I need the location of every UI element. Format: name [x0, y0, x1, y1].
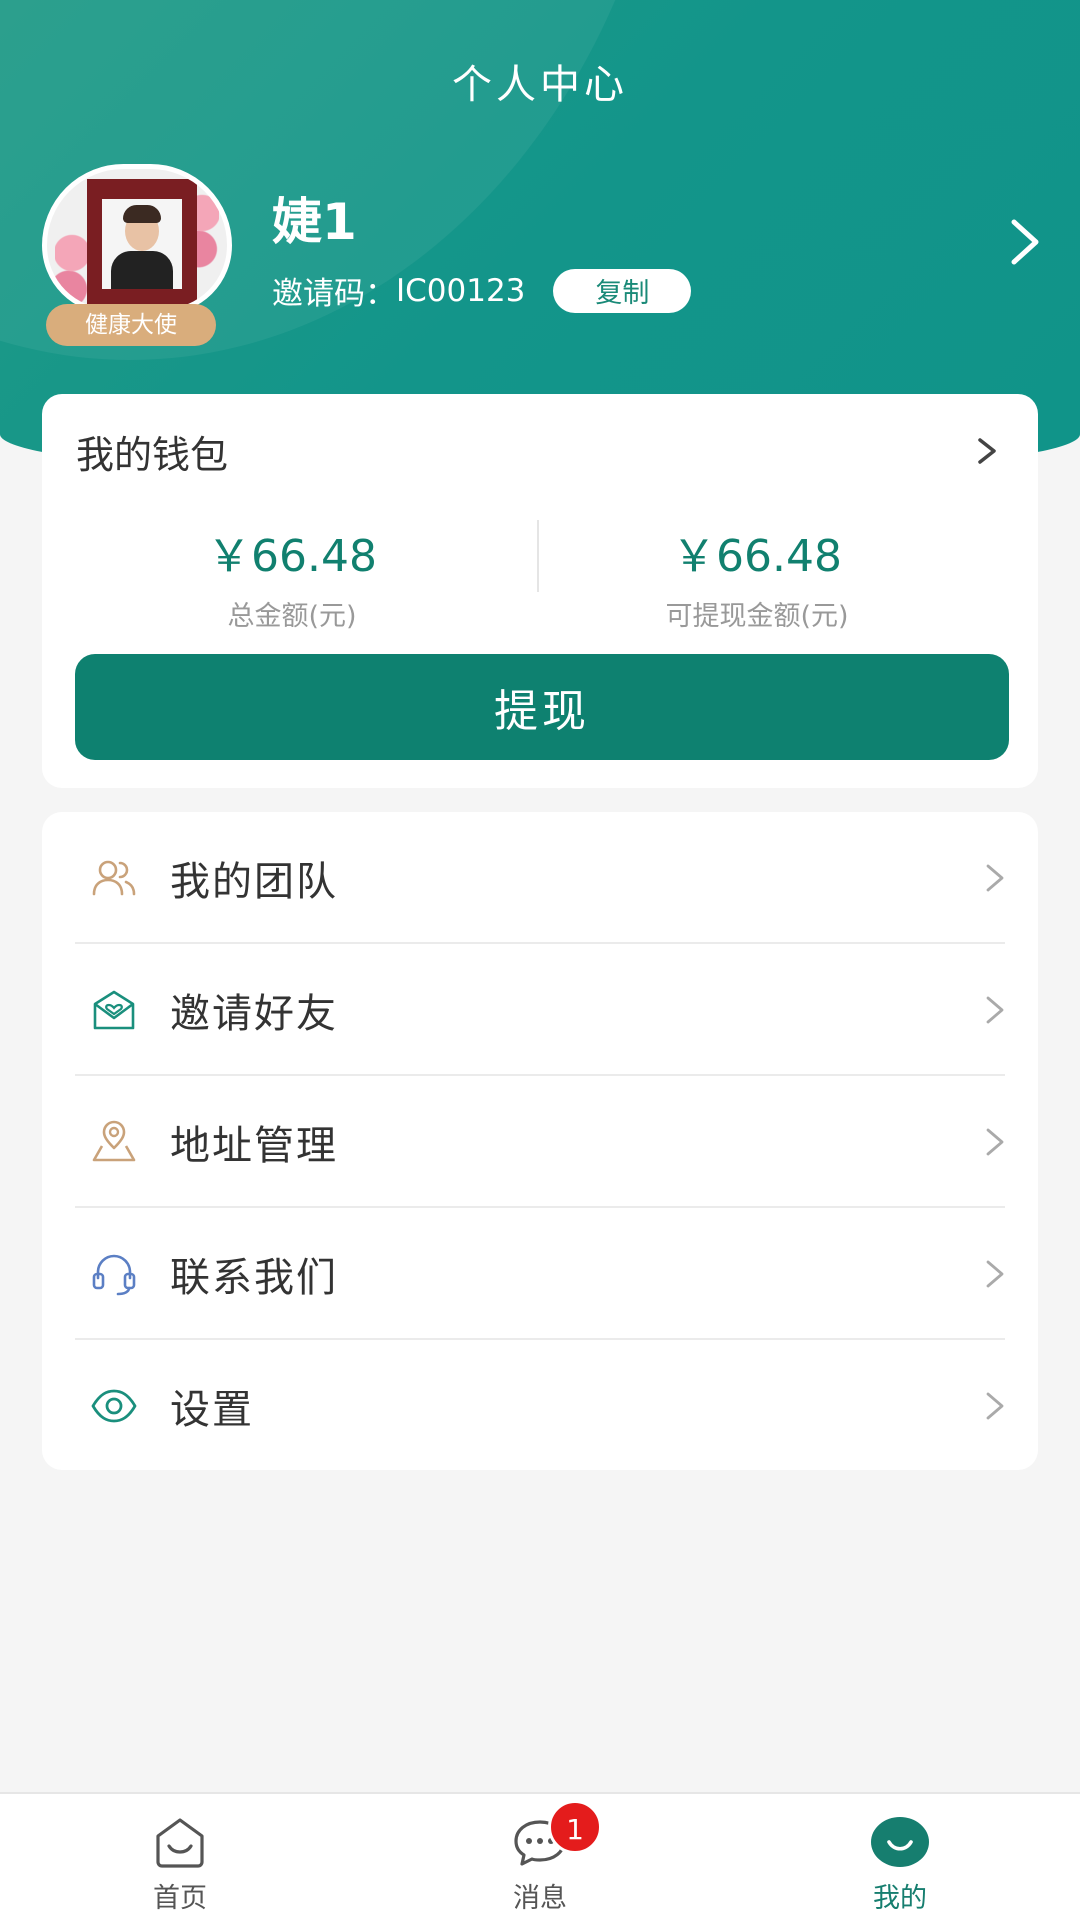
team-icon: [92, 860, 136, 896]
tab-home[interactable]: 首页: [80, 1794, 280, 1920]
chevron-right-icon: [986, 1128, 1004, 1156]
menu-item-invite-friends[interactable]: 邀请好友: [42, 944, 1038, 1076]
chevron-right-icon: [986, 1260, 1004, 1288]
menu-item-label: 地址管理: [170, 1123, 338, 1169]
invite-code-row: 邀请码： IC00123 复制: [272, 268, 692, 313]
home-smile-icon: [156, 1818, 204, 1868]
avatar-flower-decoration: [55, 229, 89, 309]
chevron-right-icon: [986, 1392, 1004, 1420]
tab-label: 消息: [513, 1883, 567, 1914]
page-title: 个人中心: [452, 62, 628, 108]
chevron-right-icon: [986, 996, 1004, 1024]
chevron-right-icon[interactable]: [974, 432, 1000, 470]
total-amount-value: ￥66.48: [207, 531, 377, 582]
menu-item-address-management[interactable]: 地址管理: [42, 1076, 1038, 1208]
profile-smile-icon: [871, 1817, 929, 1867]
withdrawable-amount-stat: ￥66.48 可提现金额(元): [547, 520, 967, 633]
chevron-right-icon[interactable]: [1004, 214, 1044, 270]
menu-item-contact-us[interactable]: 联系我们: [42, 1208, 1038, 1340]
total-amount-stat: ￥66.48 总金额(元): [82, 520, 502, 633]
invite-code-value: IC00123: [396, 272, 526, 309]
total-amount-label: 总金额(元): [227, 601, 357, 632]
menu-item-label: 设置: [170, 1387, 254, 1433]
tab-label: 首页: [153, 1883, 207, 1914]
settings-eye-icon: [91, 1389, 137, 1423]
menu-item-label: 联系我们: [170, 1255, 338, 1301]
bottom-tab-bar: 首页 1 消息 我的: [0, 1792, 1080, 1920]
location-icon: [92, 1120, 136, 1162]
tab-messages[interactable]: 1 消息: [440, 1794, 640, 1920]
menu-item-my-team[interactable]: 我的团队: [42, 812, 1038, 944]
menu-item-label: 邀请好友: [170, 991, 338, 1037]
avatar[interactable]: [42, 164, 232, 314]
tab-label: 我的: [873, 1883, 927, 1914]
tab-mine[interactable]: 我的: [800, 1794, 1000, 1920]
role-badge: 健康大使: [46, 304, 216, 346]
unread-badge: 1: [548, 1800, 602, 1854]
wallet-title[interactable]: 我的钱包: [76, 424, 228, 479]
headset-icon: [92, 1254, 136, 1296]
menu-item-label: 我的团队: [170, 859, 338, 905]
withdrawable-amount-value: ￥66.48: [672, 531, 842, 582]
withdraw-button[interactable]: 提现: [75, 654, 1009, 760]
copy-button[interactable]: 复制: [553, 268, 692, 313]
menu-item-settings[interactable]: 设置: [42, 1340, 1038, 1472]
avatar-figure: [111, 251, 173, 289]
wallet-card: 我的钱包 ￥66.48 总金额(元) ￥66.48 可提现金额(元) 提现: [42, 394, 1038, 788]
invite-code-label: 邀请码：: [272, 276, 396, 312]
chevron-right-icon: [986, 864, 1004, 892]
invite-icon: [93, 990, 135, 1030]
stat-divider: [537, 520, 539, 592]
avatar-container[interactable]: 健康大使: [42, 164, 232, 354]
avatar-hair: [123, 205, 161, 223]
user-name: 婕1: [272, 193, 357, 251]
menu-card: 我的团队 邀请好友 地址管理 联系我们 设置: [42, 812, 1038, 1470]
withdrawable-amount-label: 可提现金额(元): [665, 601, 849, 632]
